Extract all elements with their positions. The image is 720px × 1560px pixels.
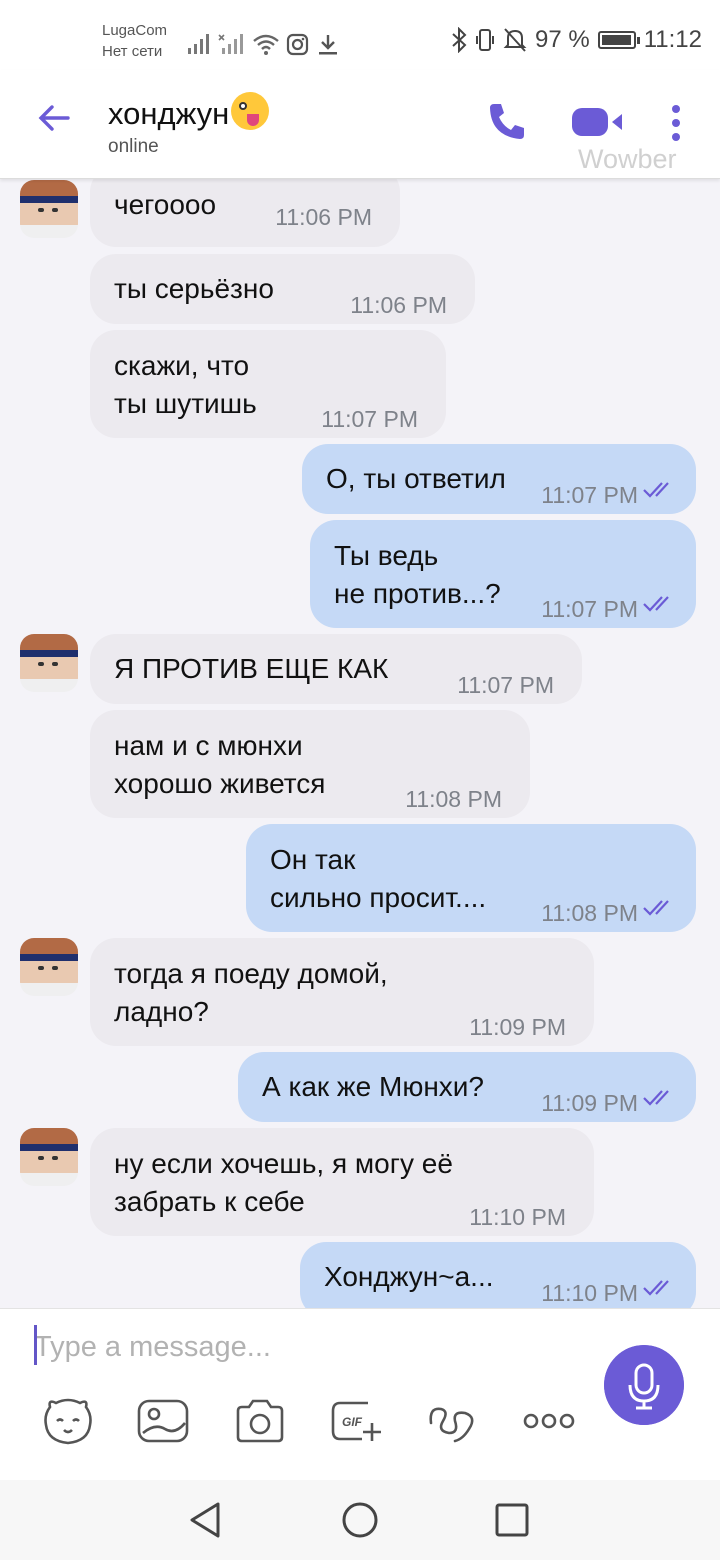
- back-nav-icon[interactable]: [186, 1500, 226, 1540]
- message-incoming[interactable]: ты серьёзно 11:06 PM: [90, 254, 475, 324]
- message-time: 11:09 PM: [469, 1014, 566, 1040]
- message-incoming[interactable]: нам и с мюнхи хорошо живется 11:08 PM: [90, 710, 530, 818]
- message-outgoing[interactable]: Хонджун~а... 11:10 PM: [300, 1242, 696, 1308]
- read-receipt-icon: [643, 1280, 669, 1296]
- svg-text:GIF: GIF: [342, 1415, 363, 1429]
- contact-avatar[interactable]: [20, 634, 78, 692]
- message-outgoing[interactable]: О, ты ответил 11:07 PM: [302, 444, 696, 514]
- system-navigation-bar: [0, 1480, 720, 1560]
- contact-avatar[interactable]: [20, 938, 78, 996]
- message-text: О, ты ответил: [326, 463, 506, 494]
- message-incoming[interactable]: Я ПРОТИВ ЕЩЕ КАК 11:07 PM: [90, 634, 582, 704]
- message-text: ну если хочешь, я могу её забрать к себе: [114, 1148, 453, 1217]
- camera-icon[interactable]: [232, 1393, 288, 1449]
- vibrate-icon: [476, 29, 495, 51]
- contact-avatar[interactable]: [20, 180, 78, 238]
- back-arrow-icon[interactable]: [34, 98, 74, 138]
- status-icons: [186, 28, 340, 56]
- message-time: 11:07 PM: [541, 482, 638, 508]
- battery-percentage: 97 %: [535, 26, 590, 53]
- signal-no-service-icon: [218, 34, 243, 54]
- gallery-icon[interactable]: [135, 1393, 191, 1449]
- message-time: 11:08 PM: [405, 786, 502, 812]
- message-incoming[interactable]: чегоооо 11:06 PM: [90, 178, 400, 247]
- message-time: 11:06 PM: [275, 204, 372, 230]
- message-time: 11:10 PM: [541, 1280, 638, 1306]
- chat-header: хонджун online Wowber: [0, 70, 720, 179]
- message-time: 11:07 PM: [321, 406, 418, 432]
- mute-icon: [503, 28, 527, 52]
- instagram-icon: [286, 33, 309, 56]
- message-time: 11:09 PM: [541, 1090, 638, 1116]
- more-options-icon[interactable]: [666, 104, 686, 144]
- call-icon[interactable]: [486, 100, 528, 142]
- carrier-info: LugaCom Нет сети: [102, 20, 167, 62]
- signal-icon: [188, 34, 209, 54]
- message-input[interactable]: Type a message...: [34, 1325, 574, 1369]
- message-text: А как же Мюнхи?: [262, 1071, 485, 1102]
- message-text: Ты ведь не против...?: [334, 540, 501, 609]
- message-outgoing[interactable]: А как же Мюнхи? 11:09 PM: [238, 1052, 696, 1122]
- message-text: тогда я поеду домой, ладно?: [114, 958, 388, 1027]
- message-text: Он так сильно просит....: [270, 844, 487, 913]
- contact-avatar[interactable]: [20, 1128, 78, 1186]
- contact-name[interactable]: хонджун: [108, 92, 270, 132]
- message-text: Я ПРОТИВ ЕЩЕ КАК: [114, 653, 389, 684]
- read-receipt-icon: [643, 482, 669, 498]
- video-call-icon[interactable]: [570, 104, 626, 140]
- contact-status: online: [108, 136, 159, 157]
- text-cursor: [34, 1325, 37, 1365]
- bluetooth-icon: [452, 27, 467, 53]
- message-incoming[interactable]: ну если хочешь, я могу её забрать к себе…: [90, 1128, 594, 1236]
- battery-icon: [597, 31, 640, 49]
- carrier-status: Нет сети: [102, 43, 163, 60]
- message-list: чегоооо 11:06 PM ты серьёзно 11:06 PM ск…: [0, 178, 720, 1308]
- message-text: чегоооо: [114, 189, 217, 220]
- voice-message-button[interactable]: [604, 1345, 684, 1425]
- message-time: 11:10 PM: [469, 1204, 566, 1230]
- download-icon: [319, 35, 337, 55]
- clock: 11:12: [643, 26, 702, 53]
- message-incoming[interactable]: тогда я поеду домой, ладно? 11:09 PM: [90, 938, 594, 1046]
- recents-nav-icon[interactable]: [492, 1500, 532, 1540]
- message-text: нам и с мюнхи хорошо живется: [114, 730, 326, 799]
- gif-icon[interactable]: GIF: [328, 1393, 384, 1449]
- doodle-icon[interactable]: [425, 1393, 481, 1449]
- message-text: скажи, что ты шутишь: [114, 350, 257, 419]
- sticker-icon[interactable]: [40, 1393, 96, 1449]
- message-outgoing[interactable]: Он так сильно просит.... 11:08 PM: [246, 824, 696, 932]
- crazy-face-emoji-icon: [231, 92, 270, 130]
- carrier-name: LugaCom: [102, 22, 168, 39]
- status-bar: LugaCom Нет сети 97 % 11:12: [0, 0, 720, 70]
- status-right: 97 % 11:12: [451, 26, 702, 54]
- message-composer: Type a message... GIF: [0, 1308, 720, 1481]
- message-time: 11:07 PM: [541, 596, 638, 622]
- read-receipt-icon: [643, 596, 669, 612]
- more-icon[interactable]: [521, 1393, 577, 1449]
- message-text: ты серьёзно: [114, 273, 274, 304]
- message-text: Хонджун~а...: [324, 1261, 494, 1292]
- message-time: 11:08 PM: [541, 900, 638, 926]
- message-time: 11:06 PM: [350, 292, 447, 318]
- watermark: Wowber: [578, 144, 677, 174]
- message-time: 11:07 PM: [457, 672, 554, 698]
- home-nav-icon[interactable]: [340, 1500, 380, 1540]
- wifi-icon: [253, 34, 279, 55]
- message-outgoing[interactable]: Ты ведь не против...? 11:07 PM: [310, 520, 696, 628]
- contact-name-text: хонджун: [108, 96, 230, 131]
- message-incoming[interactable]: скажи, что ты шутишь 11:07 PM: [90, 330, 446, 438]
- read-receipt-icon: [643, 900, 669, 916]
- read-receipt-icon: [643, 1090, 669, 1106]
